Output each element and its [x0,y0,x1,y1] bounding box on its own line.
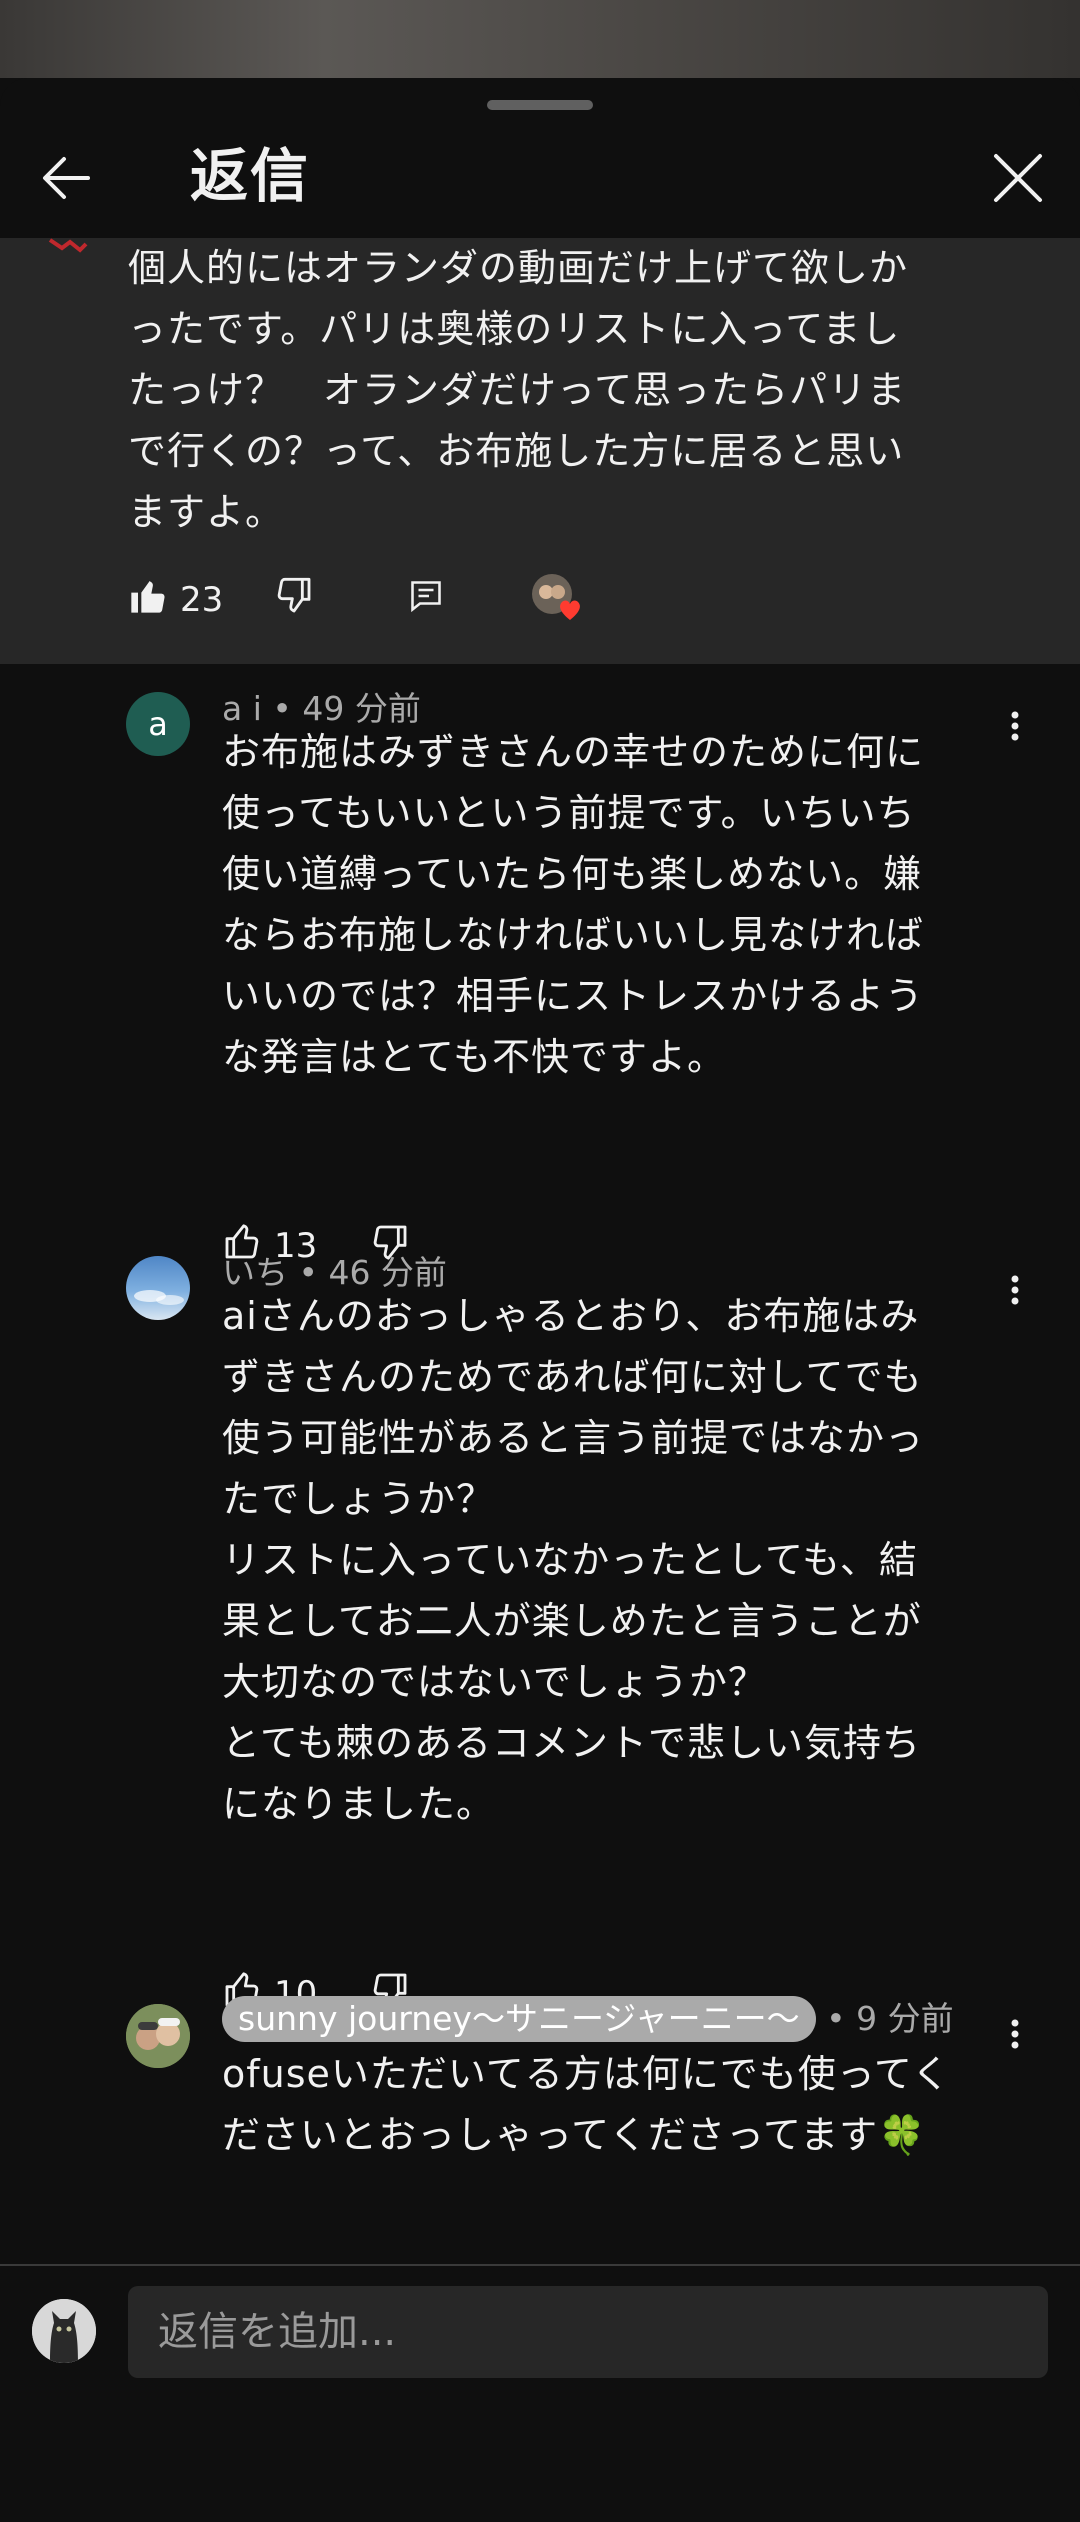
parent-comment: 個人的にはオランダの動画だけ上げて欲しか ったです。パリは奥様のリストに入ってま… [0,238,1080,664]
user-avatar[interactable] [32,2299,96,2363]
sheet-header: 返信 [0,118,1080,238]
dislike-icon[interactable] [274,576,314,620]
creator-avatar[interactable] [126,2004,190,2068]
like-filled-icon[interactable] [128,576,168,620]
close-icon[interactable] [984,144,1052,212]
reply-text: お布施はみずきさんの幸せのために何に 使ってもいいという前提です。いちいち 使い… [222,730,925,1079]
replies-sheet: 返信 個人的にはオランダの動画だけ上げて欲しか ったです。パリは奥様のリストに入… [0,78,1080,2520]
timestamp: • 9 分前 [826,1999,954,2038]
parent-avatar[interactable] [44,238,90,256]
comment-actions: 23 [128,574,628,626]
reply-meta: sunny journey〜サニージャーニー〜 • 9 分前 [222,1992,954,2042]
like-count: 23 [180,580,224,620]
drag-handle[interactable] [487,100,593,110]
page-title: 返信 [190,142,311,210]
comment-text: 個人的にはオランダの動画だけ上げて欲しか ったです。パリは奥様のリストに入ってま… [128,246,909,534]
creator-name-badge[interactable]: sunny journey〜サニージャーニー〜 [222,1996,816,2042]
reply-text: ofuseいただいてる方は何にでも使ってく ださいとおっしゃってくださってます🍀 [222,2052,951,2157]
back-arrow-icon[interactable] [34,146,98,210]
reply-input[interactable] [128,2286,1048,2378]
author-avatar[interactable] [126,1256,190,1320]
reply-comment-icon[interactable] [408,578,444,618]
creator-heart-badge-icon [530,572,586,628]
reply-text: aiさんのおっしゃるとおり、お布施はみ ずきさんのためであれば何に対してでも 使… [222,1294,925,1826]
author-avatar[interactable]: a [126,692,190,756]
video-player-background [0,0,1080,78]
reply-composer [0,2264,1080,2522]
